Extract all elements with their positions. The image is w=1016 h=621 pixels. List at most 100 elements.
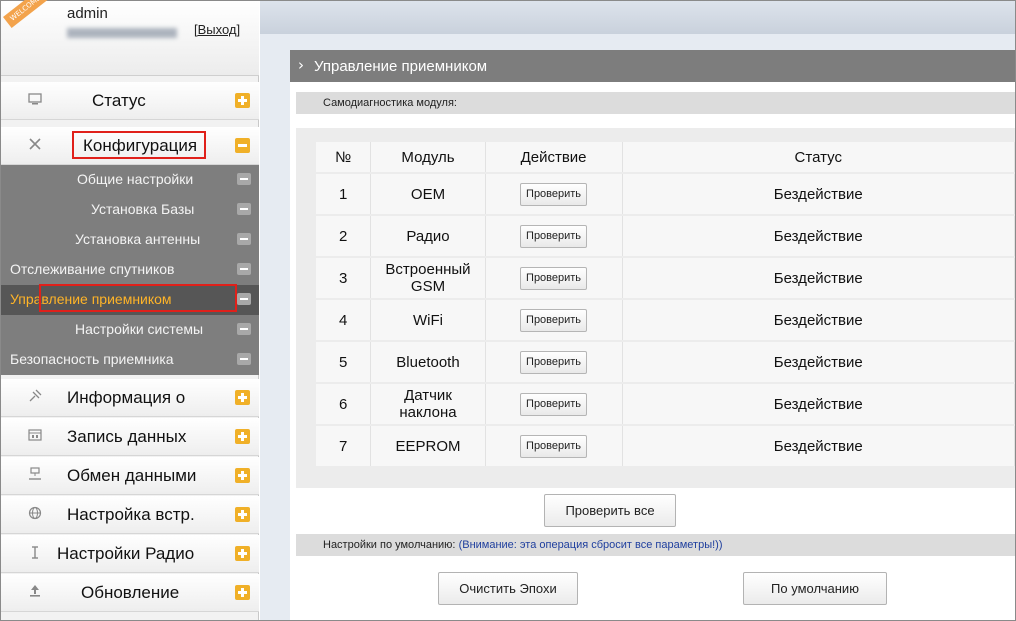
minus-icon <box>237 353 251 365</box>
configuration-submenu: Общие настройки Установка Базы Установка… <box>1 165 259 375</box>
highlight-box <box>72 131 206 159</box>
sidebar-item-label: Запись данных <box>67 427 187 446</box>
sidebar-item-label: Настройка встр. <box>67 505 195 524</box>
factory-default-button[interactable]: По умолчанию <box>743 572 887 605</box>
module-table-area: № Модуль Действие Статус 1 OEM Проверить… <box>296 128 1015 488</box>
user-panel: WELCOME admin [Выход] <box>1 0 259 76</box>
col-header-number: № <box>316 142 372 172</box>
row-status: Бездействие <box>622 258 1015 298</box>
sidebar-item-update[interactable]: Обновление <box>1 574 259 612</box>
sidebar: WELCOME admin [Выход] Статус Конфигураци… <box>1 0 259 620</box>
row-number: 3 <box>316 258 372 298</box>
expand-plus-icon[interactable] <box>235 546 250 561</box>
row-number: 1 <box>316 174 372 214</box>
minus-icon <box>237 233 251 245</box>
table-row: 3 Встроенный GSM Проверить Бездействие <box>316 258 1015 298</box>
table-header-row: № Модуль Действие Статус <box>316 142 1015 172</box>
receiver-control-panel: › Управление приемником Самодиагностика … <box>290 50 1015 620</box>
check-all-button[interactable]: Проверить все <box>544 494 676 527</box>
row-status: Бездействие <box>622 174 1015 214</box>
serial-number-redacted <box>67 28 177 38</box>
submenu-item-general-settings[interactable]: Общие настройки <box>1 165 259 195</box>
check-button[interactable]: Проверить <box>520 308 588 332</box>
check-button[interactable]: Проверить <box>520 392 588 416</box>
sidebar-item-data-recording[interactable]: Запись данных <box>1 418 259 456</box>
expand-plus-icon[interactable] <box>235 429 250 444</box>
col-header-module: Модуль <box>371 142 486 172</box>
globe-icon <box>27 505 43 521</box>
submenu-item-satellite-tracking[interactable]: Отслеживание спутников <box>1 255 259 285</box>
satellite-icon <box>27 388 43 404</box>
tools-icon <box>27 136 43 152</box>
expand-plus-icon[interactable] <box>235 507 250 522</box>
submenu-item-label: Установка антенны <box>75 231 201 247</box>
logout-link[interactable]: [Выход] <box>194 22 240 37</box>
sidebar-item-status[interactable]: Статус <box>1 82 259 120</box>
check-button[interactable]: Проверить <box>520 266 588 290</box>
monitor-icon <box>27 91 43 107</box>
check-button[interactable]: Проверить <box>520 434 588 458</box>
minus-icon <box>237 323 251 335</box>
row-module: EEPROM <box>371 426 486 466</box>
sidebar-item-label: Настройки Радио <box>57 544 195 563</box>
table-row: 7 EEPROM Проверить Бездействие <box>316 426 1015 466</box>
table-row: 4 WiFi Проверить Бездействие <box>316 300 1015 340</box>
submenu-item-label: Безопасность приемника <box>10 351 174 367</box>
row-status: Бездействие <box>622 300 1015 340</box>
submenu-item-label: Настройки системы <box>75 321 204 337</box>
clear-epochs-button[interactable]: Очистить Эпохи <box>438 572 578 605</box>
table-row: 2 Радио Проверить Бездействие <box>316 216 1015 256</box>
expand-plus-icon[interactable] <box>235 585 250 600</box>
sidebar-item-information[interactable]: Информация о <box>1 379 259 417</box>
username: admin <box>67 5 108 22</box>
submenu-item-receiver-security[interactable]: Безопасность приемника <box>1 345 259 375</box>
sidebar-item-builtin-settings[interactable]: Настройка встр. <box>1 496 259 534</box>
expand-plus-icon[interactable] <box>235 93 250 108</box>
row-status: Бездействие <box>622 342 1015 382</box>
minus-icon <box>237 203 251 215</box>
submenu-item-system-settings[interactable]: Настройки системы <box>1 315 259 345</box>
selfcheck-section-header: Самодиагностика модуля: <box>296 92 1015 114</box>
sidebar-item-label: Обновление <box>81 583 180 602</box>
submenu-item-base-setup[interactable]: Установка Базы <box>1 195 259 225</box>
page-header: › Управление приемником <box>290 50 1015 82</box>
upload-icon <box>27 583 43 599</box>
defaults-label: Настройки по умолчанию: (Внимание: эта о… <box>323 539 723 551</box>
col-header-status: Статус <box>622 142 1015 172</box>
submenu-item-antenna-setup[interactable]: Установка антенны <box>1 225 259 255</box>
defaults-warning: (Внимание: эта операция сбросит все пара… <box>458 539 723 551</box>
sidebar-item-data-exchange[interactable]: Обмен данными <box>1 457 259 495</box>
table-row: 6 Датчик наклона Проверить Бездействие <box>316 384 1015 424</box>
calendar-icon <box>27 427 43 443</box>
row-action: Проверить <box>485 216 623 256</box>
check-button[interactable]: Проверить <box>520 350 588 374</box>
sidebar-item-radio-settings[interactable]: Настройки Радио <box>1 535 259 573</box>
sidebar-item-label: Информация о <box>67 388 186 407</box>
check-button[interactable]: Проверить <box>520 182 588 206</box>
collapse-minus-icon[interactable] <box>235 138 250 153</box>
sidebar-item-label: Статус <box>92 91 146 110</box>
row-module: OEM <box>371 174 486 214</box>
minus-icon <box>237 293 251 305</box>
expand-plus-icon[interactable] <box>235 468 250 483</box>
table-row: 1 OEM Проверить Бездействие <box>316 174 1015 214</box>
row-status: Бездействие <box>622 426 1015 466</box>
expand-plus-icon[interactable] <box>235 390 250 405</box>
check-button[interactable]: Проверить <box>520 224 588 248</box>
row-number: 7 <box>316 426 372 466</box>
minus-icon <box>237 263 251 275</box>
section-label: Самодиагностика модуля: <box>323 97 457 109</box>
row-module: Датчик наклона <box>371 384 486 424</box>
page-title: Управление приемником <box>314 58 488 75</box>
row-number: 5 <box>316 342 372 382</box>
main-content: › Управление приемником Самодиагностика … <box>260 34 1015 620</box>
row-module: Встроенный GSM <box>371 258 486 298</box>
chevron-right-icon: › <box>298 56 304 74</box>
row-number: 4 <box>316 300 372 340</box>
col-header-action: Действие <box>485 142 623 172</box>
highlight-box <box>39 284 237 312</box>
table-row: 5 Bluetooth Проверить Бездействие <box>316 342 1015 382</box>
network-icon <box>27 466 43 482</box>
antenna-icon <box>27 544 43 560</box>
row-module: Bluetooth <box>371 342 486 382</box>
